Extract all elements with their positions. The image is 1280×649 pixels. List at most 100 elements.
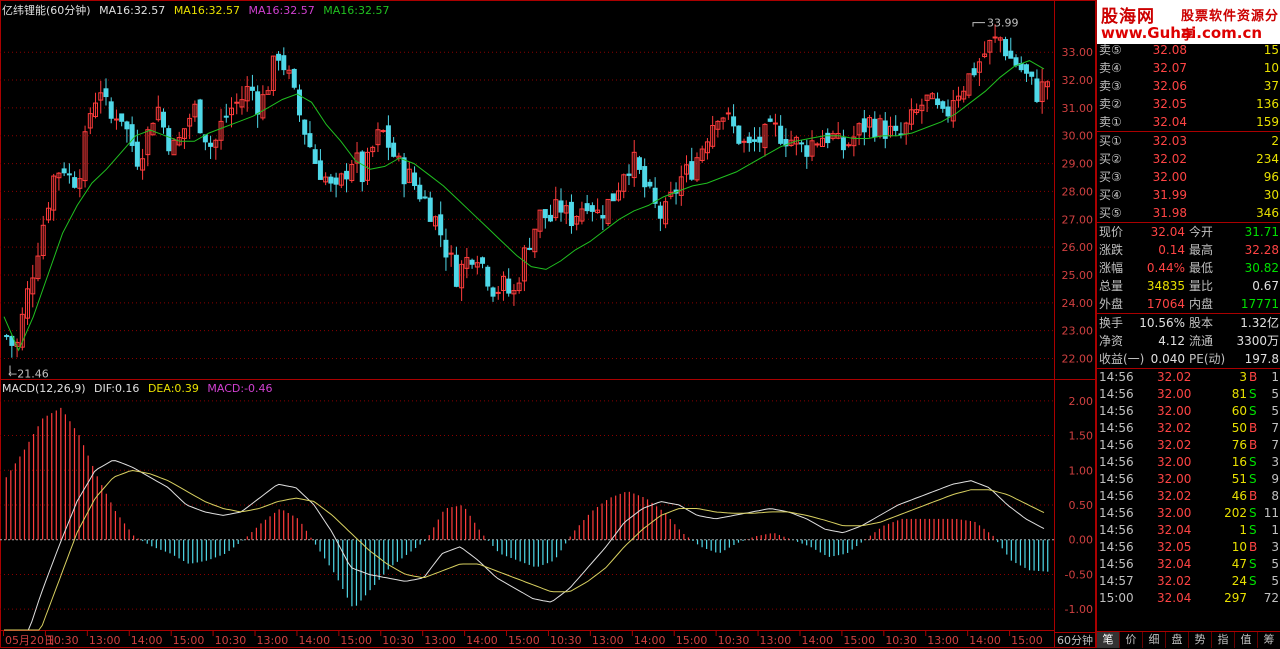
price-tick-label: 28.00 xyxy=(1062,185,1094,198)
tick-count: 5 xyxy=(1271,557,1279,571)
buy-level[interactable]: 买⑤ 31.98 346 xyxy=(1097,204,1280,222)
panel-tab[interactable]: 细 xyxy=(1143,632,1166,648)
tick-count: 1 xyxy=(1271,370,1279,384)
candle-body xyxy=(317,160,323,180)
panel-tab[interactable]: 指 xyxy=(1212,632,1235,648)
candle-body xyxy=(1008,50,1014,59)
tick-row[interactable]: 14:56 32.02 46 B 8 xyxy=(1097,488,1280,505)
tick-volume: 3 xyxy=(1239,370,1247,384)
macd-value-label: MACD:-0.46 xyxy=(207,382,273,395)
buy-level[interactable]: 买② 32.02 234 xyxy=(1097,150,1280,168)
price-tick-label: 33.00 xyxy=(1062,46,1094,59)
tick-time: 14:56 xyxy=(1099,540,1134,554)
stat-row: 涨跌 0.14 最高 32.28 xyxy=(1097,241,1280,259)
time-tick-label: 13:00 xyxy=(592,634,624,647)
macd-tick-label: -1.00 xyxy=(1065,603,1093,616)
tick-row[interactable]: 14:57 32.02 24 S 5 xyxy=(1097,573,1280,590)
buy-level[interactable]: 买④ 31.99 30 xyxy=(1097,186,1280,204)
tick-row[interactable]: 14:56 32.00 202 S 11 xyxy=(1097,505,1280,522)
price-tick-label: 22.00 xyxy=(1062,353,1094,366)
sell-level[interactable]: 卖② 32.05 136 xyxy=(1097,95,1280,113)
buy-price: 32.02 xyxy=(1152,152,1187,166)
tick-row[interactable]: 14:56 32.04 1 S 1 xyxy=(1097,522,1280,539)
period-selector[interactable]: 60分钟 xyxy=(1054,632,1096,648)
fund-value: 0.040 xyxy=(1150,352,1185,366)
tick-count: 5 xyxy=(1271,387,1279,401)
candle-body xyxy=(427,197,433,222)
candle-body xyxy=(485,266,491,287)
tick-row[interactable]: 14:56 32.02 3 B 1 xyxy=(1097,369,1280,386)
candle-body xyxy=(746,136,752,144)
buy-level-label: 买③ xyxy=(1099,170,1122,184)
fund-value: 10.56% xyxy=(1139,316,1185,330)
candle-body xyxy=(767,118,773,122)
macd-tick-label: -0.50 xyxy=(1065,568,1093,581)
candle-body xyxy=(610,193,616,202)
buy-level[interactable]: 买③ 32.00 96 xyxy=(1097,168,1280,186)
fund-row: 收益(一) 0.040 PE(动) 197.8 xyxy=(1097,350,1280,368)
fundamentals: 换手 10.56% 股本 1.32亿 净资 4.12 流通 3300万 收益(一) 0.040 PE… xyxy=(1097,314,1280,368)
candle-body xyxy=(495,291,501,294)
time-tick-label: 13:00 xyxy=(424,634,456,647)
panel-tab[interactable]: 盘 xyxy=(1166,632,1189,648)
sell-level[interactable]: 卖⑤ 32.08 15 xyxy=(1097,41,1280,59)
panel-tab[interactable]: 势 xyxy=(1189,632,1212,648)
candle-body xyxy=(840,137,846,151)
candle-body xyxy=(589,205,595,212)
tick-row[interactable]: 14:56 32.02 50 B 7 xyxy=(1097,420,1280,437)
stat-label: 现价 xyxy=(1099,225,1124,239)
panel-tab[interactable]: 价 xyxy=(1120,632,1143,648)
chart-svg[interactable]: 33.00 32.00 31.00 30.00 29.00 28.00 27.00 26.00… xyxy=(0,0,1096,648)
candle-body xyxy=(66,173,72,176)
tick-row[interactable]: 14:56 32.00 51 S 9 xyxy=(1097,471,1280,488)
tick-row[interactable]: 14:56 32.02 76 B 7 xyxy=(1097,437,1280,454)
tick-side: B xyxy=(1249,438,1258,452)
candle-body xyxy=(119,113,125,122)
tick-price: 32.04 xyxy=(1157,591,1192,605)
price-tick-label: 27.00 xyxy=(1062,213,1094,226)
tick-price: 32.00 xyxy=(1157,455,1192,469)
tick-list[interactable]: 14:56 32.02 3 B 1 14:56 32.00 81 S 5 14:56 32.00 60 S… xyxy=(1097,369,1280,607)
tick-row[interactable]: 15:00 32.04 297 72 xyxy=(1097,590,1280,607)
fund-label: PE(动) xyxy=(1189,352,1226,366)
time-tick-label: 14:00 xyxy=(969,634,1001,647)
fund-row: 换手 10.56% 股本 1.32亿 xyxy=(1097,314,1280,332)
candle-body xyxy=(417,184,423,200)
fund-label: 流通 xyxy=(1189,334,1214,348)
candle-body xyxy=(626,173,632,176)
tick-row[interactable]: 14:56 32.00 60 S 5 xyxy=(1097,403,1280,420)
tick-side: S xyxy=(1249,455,1257,469)
tick-price: 32.05 xyxy=(1157,540,1192,554)
macd-tick-label: 2.00 xyxy=(1069,395,1094,408)
tick-row[interactable]: 14:56 32.00 16 S 3 xyxy=(1097,454,1280,471)
tick-side: S xyxy=(1249,574,1257,588)
panel-tab[interactable]: 值 xyxy=(1235,632,1258,648)
tick-time: 14:56 xyxy=(1099,404,1134,418)
chart-area[interactable]: 33.00 32.00 31.00 30.00 29.00 28.00 27.00 26.00… xyxy=(0,0,1096,648)
stat-label: 涨幅 xyxy=(1099,261,1124,275)
candle-body xyxy=(208,142,214,147)
sell-price: 32.07 xyxy=(1152,61,1187,75)
sell-level-label: 卖③ xyxy=(1099,79,1122,93)
tick-volume: 60 xyxy=(1231,404,1247,418)
tick-time: 14:56 xyxy=(1099,557,1134,571)
tick-row[interactable]: 14:56 32.00 81 S 5 xyxy=(1097,386,1280,403)
panel-tab[interactable]: 笔 xyxy=(1097,632,1120,648)
sell-level[interactable]: 卖③ 32.06 37 xyxy=(1097,77,1280,95)
candle-body xyxy=(568,201,574,227)
sell-level[interactable]: 卖① 32.04 159 xyxy=(1097,113,1280,131)
sell-volume: 10 xyxy=(1263,61,1279,75)
candle-body xyxy=(542,209,548,219)
tick-count: 11 xyxy=(1263,506,1279,520)
stat-row: 外盘 17064 内盘 17771 xyxy=(1097,295,1280,313)
macd-tick-label: 0.00 xyxy=(1069,534,1094,547)
panel-tab[interactable]: 筹 xyxy=(1258,632,1280,648)
buy-level-label: 买② xyxy=(1099,152,1122,166)
buy-price: 32.03 xyxy=(1152,134,1187,148)
sell-level[interactable]: 卖④ 32.07 10 xyxy=(1097,59,1280,77)
candle-body xyxy=(506,278,512,294)
tick-row[interactable]: 14:56 32.05 10 B 3 xyxy=(1097,539,1280,556)
tick-row[interactable]: 14:56 32.04 47 S 5 xyxy=(1097,556,1280,573)
dif-label: DIF:0.16 xyxy=(94,382,140,395)
buy-level[interactable]: 买① 32.03 2 xyxy=(1097,132,1280,150)
